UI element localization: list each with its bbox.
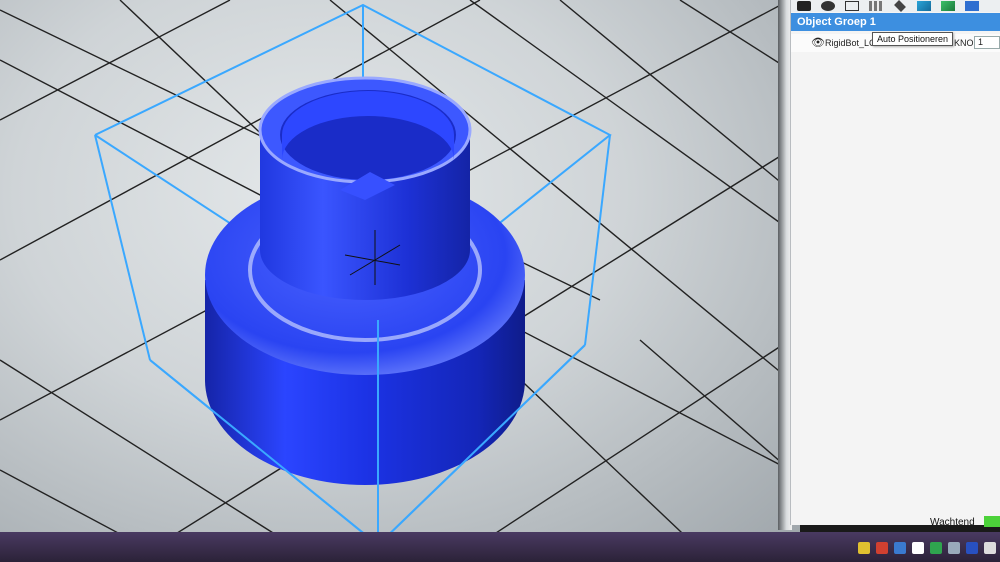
auto-position-tooltip: Auto Positioneren [872,32,954,46]
app-icon[interactable] [894,542,906,554]
object-panel: Object Groep 1 👁 RigidBot_LCD KNOB 1 [790,0,1000,525]
knob-model[interactable] [205,76,525,485]
object-group-header[interactable]: Object Groep 1 [791,13,1000,31]
object-toolbar [791,0,1000,12]
system-tray [858,542,996,554]
windows-taskbar [0,532,1000,562]
trash-icon[interactable] [797,1,811,11]
status-indicator [984,516,1000,527]
3d-viewport[interactable] [0,0,800,550]
browser-icon[interactable] [876,542,888,554]
cloud-icon[interactable] [948,542,960,554]
bluetooth-icon[interactable] [966,542,978,554]
scale-icon[interactable] [917,1,931,11]
settings-icon[interactable] [965,1,979,11]
object-count-field[interactable]: 1 [974,36,1000,49]
copy-icon[interactable] [845,1,859,11]
mirror-icon[interactable] [941,1,955,11]
move-icon[interactable] [894,0,906,12]
auto-position-icon[interactable] [869,1,883,11]
network-icon[interactable] [984,542,996,554]
info-icon[interactable] [821,1,835,11]
build-plate-scene [0,0,791,550]
dropbox-icon[interactable] [912,542,924,554]
status-text: Wachtend [930,517,975,528]
visibility-eye-icon[interactable]: 👁 [811,37,825,49]
drive-icon[interactable] [930,542,942,554]
chrome-icon[interactable] [858,542,870,554]
